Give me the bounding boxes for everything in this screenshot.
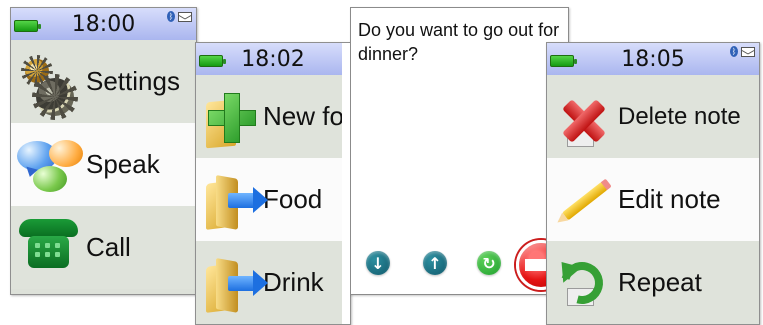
menu-label: Repeat [618,267,702,297]
menu-item-edit-note[interactable]: Edit note [547,158,759,241]
phone-screen-food-menu: 18:02 New fo Food Drink [195,42,351,325]
menu-item-settings[interactable]: Settings [11,40,196,123]
menu-label: Call [86,232,131,262]
menu-label: Speak [86,149,160,179]
gear-icon [16,52,86,120]
status-time: 18:02 [241,46,305,72]
menu-item-call[interactable]: Call [11,206,196,289]
message-icon [178,11,192,22]
menu-item-drink[interactable]: Drink [196,241,350,324]
status-bar: 18:05 ᛒ [547,43,759,75]
status-bar: 18:00 ᛒ [11,8,196,40]
question-dialog: Do you want to go out for dinner? ↓ ↑ ↻ [350,7,569,295]
status-bar: 18:02 [196,43,350,75]
menu-label: Food [263,184,323,214]
phone-screen-main-menu: 18:00 ᛒ Settings Speak Call [10,7,197,295]
menu-item-speak[interactable]: Speak [11,123,196,206]
bluetooth-icon: ᛒ [730,46,738,57]
arrow-up-icon[interactable]: ↑ [423,251,447,275]
status-time: 18:05 [621,46,685,72]
dialog-question: Do you want to go out for dinner? [358,20,560,64]
folder-arrow-icon [200,170,268,230]
battery-icon [199,55,226,67]
status-icons: ᛒ [167,11,192,22]
phone-screen-note-menu: 18:05 ᛒ Delete note Edit note Repeat [546,42,760,325]
battery-icon [550,55,577,67]
battery-icon [14,20,41,32]
message-icon [741,46,755,57]
dialog-controls: ↓ ↑ ↻ [366,240,566,290]
repeat-icon[interactable]: ↻ [477,251,501,275]
menu-label: Edit note [618,184,721,214]
menu-label: Delete note [618,102,741,130]
bluetooth-icon: ᛒ [167,11,175,22]
mobile-ui-composite: 18:00 ᛒ Settings Speak Call 18:02 New fo… [0,0,763,325]
menu-label: Settings [86,66,180,96]
status-icons: ᛒ [730,46,755,57]
folder-arrow-icon [200,253,268,313]
speech-bubbles-icon [15,135,85,195]
status-time: 18:00 [71,11,136,37]
menu-item-food[interactable]: Food [196,158,350,241]
pencil-icon [552,170,618,230]
plus-icon [200,87,263,148]
arrow-down-icon[interactable]: ↓ [366,251,390,275]
menu-label: Drink [263,267,324,297]
repeat-icon [552,253,618,313]
menu-item-delete-note[interactable]: Delete note [547,75,759,158]
menu-label: New fo [263,101,344,131]
phone-icon [16,218,86,278]
delete-x-icon [552,87,618,147]
menu-item-repeat[interactable]: Repeat [547,241,759,324]
menu-item-new-folder[interactable]: New fo [196,75,350,158]
